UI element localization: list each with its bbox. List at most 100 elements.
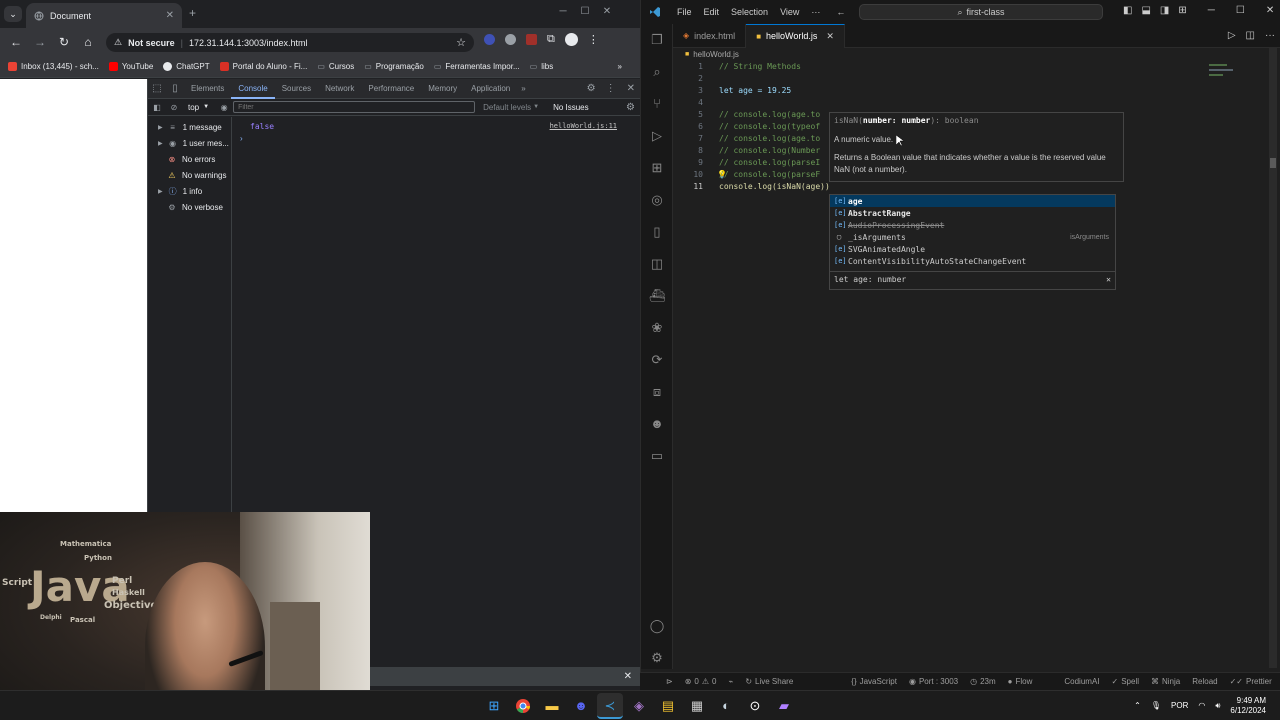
toggle-panel-icon[interactable]: ⬓ <box>1141 5 1150 16</box>
chrome-tab-document[interactable]: Document ✕ <box>26 3 182 28</box>
bookmark-inbox[interactable]: Inbox (13,445) - sch... <box>8 62 99 71</box>
command-center[interactable]: ⌕ first-class <box>859 4 1103 20</box>
status-problems[interactable]: ⊗ 0 ⚠ 0 <box>679 677 723 686</box>
reload-icon[interactable]: ↻ <box>52 35 76 49</box>
tab-console[interactable]: Console <box>231 79 275 99</box>
address-bar[interactable]: ⚠ Not secure | 172.31.144.1:3003/index.h… <box>106 33 474 52</box>
visual-studio-icon[interactable]: ◈ <box>626 693 652 719</box>
home-icon[interactable]: ⌂ <box>76 35 100 49</box>
screen-capture-icon[interactable]: ▰ <box>771 693 797 719</box>
editor-more-icon[interactable]: ··· <box>1259 30 1280 41</box>
sidebar-item-messages[interactable]: ▶ ≡ 1 message <box>148 119 231 135</box>
extensions-puzzle-icon[interactable]: ⧉ <box>547 33 555 46</box>
status-live-share[interactable]: ↻ Live Share <box>739 677 799 686</box>
ai-chat-icon[interactable]: ☻ <box>641 408 673 440</box>
status-port[interactable]: ◉ Port : 3003 <box>903 677 964 686</box>
close-tab-icon[interactable]: ✕ <box>166 10 174 21</box>
volume-icon[interactable]: 🔊︎ <box>1215 701 1220 711</box>
devtools-menu-icon[interactable]: ⋮ <box>601 83 621 94</box>
docker-icon[interactable]: ⛴ <box>641 280 673 312</box>
clear-console-icon[interactable]: ⊘ <box>166 103 182 112</box>
vscode-app-icon[interactable]: ≺ <box>597 692 623 719</box>
maximize-icon[interactable]: ☐ <box>574 6 596 17</box>
bookmark-folder-cursos[interactable]: ▭ Cursos <box>317 62 354 71</box>
suggestion-age[interactable]: [e] age <box>830 195 1115 207</box>
status-timer[interactable]: ◷ 23m <box>964 677 1002 686</box>
vscode-maximize-icon[interactable]: ☐ <box>1236 5 1245 16</box>
breadcrumb[interactable]: ■ helloWorld.js <box>685 48 739 60</box>
menu-edit[interactable]: Edit <box>698 7 726 17</box>
console-settings-icon[interactable]: ⚙ <box>626 102 641 113</box>
api-client-icon[interactable]: ⟳ <box>641 344 673 376</box>
tab-application[interactable]: Application <box>464 79 517 99</box>
issues-button[interactable]: No Issues <box>553 103 589 112</box>
minimize-icon[interactable]: ─ <box>552 6 574 17</box>
search-icon[interactable]: ⌕ <box>641 56 673 88</box>
suggestion-abstractrange[interactable]: [e] AbstractRange <box>830 207 1115 219</box>
toggle-sidebar-icon[interactable]: ◧ <box>1123 5 1132 16</box>
status-language[interactable]: {} JavaScript <box>845 677 903 686</box>
phone-icon[interactable]: ▯ <box>641 216 673 248</box>
console-prompt-icon[interactable]: › <box>240 134 243 143</box>
console-source-link[interactable]: helloWorld.js:11 <box>550 122 617 130</box>
star-icon[interactable]: ☆ <box>456 36 466 49</box>
microphone-icon[interactable]: 🎙︎ <box>1151 701 1161 710</box>
toggle-secondary-sidebar-icon[interactable]: ◨ <box>1160 5 1169 16</box>
suggestion-contentvisibility[interactable]: [e] ContentVisibilityAutoStateChangeEvent <box>830 255 1115 267</box>
status-ports-icon[interactable]: ⌁ <box>722 677 739 686</box>
status-reload[interactable]: Reload <box>1186 677 1223 686</box>
accounts-icon[interactable]: ◯ <box>641 610 673 642</box>
clock[interactable]: 9:49 AM 6/12/2024 <box>1230 696 1266 716</box>
new-tab-button[interactable]: + <box>189 6 196 20</box>
copilot-icon[interactable]: ◎ <box>641 184 673 216</box>
timeline-icon[interactable]: ▭ <box>641 440 673 472</box>
bookmark-portal[interactable]: Portal do Aluno - Fi... <box>219 62 307 71</box>
menu-view[interactable]: View <box>774 7 805 17</box>
bookmarks-overflow-icon[interactable]: » <box>618 62 622 71</box>
sidebar-item-warnings[interactable]: ⚠ No warnings <box>148 167 231 183</box>
editor-scrollbar[interactable] <box>1269 48 1277 668</box>
language-indicator[interactable]: POR <box>1171 701 1188 710</box>
back-icon[interactable]: ← <box>4 35 28 49</box>
sidebar-item-info[interactable]: ▶ ⓘ 1 info <box>148 183 231 199</box>
tray-chevron-up-icon[interactable]: ⌃ <box>1134 701 1141 710</box>
split-editor-icon[interactable]: ◫ <box>1242 30 1259 41</box>
tab-search-chevron-icon[interactable]: ⌄ <box>4 6 22 22</box>
close-window-icon[interactable]: ✕ <box>596 6 618 17</box>
remote-indicator-icon[interactable]: ⊳ <box>640 677 679 686</box>
log-levels-select[interactable]: Default levels ▼ <box>483 103 539 112</box>
extension-3-icon[interactable] <box>526 34 537 45</box>
suggestion-svganimatedangle[interactable]: [e] SVGAnimatedAngle <box>830 243 1115 255</box>
sidebar-item-verbose[interactable]: ⚙ No verbose <box>148 199 231 215</box>
extension-1-icon[interactable] <box>484 34 495 45</box>
bookmark-youtube[interactable]: YouTube <box>108 62 153 71</box>
sidebar-item-user-messages[interactable]: ▶ ◉ 1 user mes... <box>148 135 231 151</box>
context-select[interactable]: top ▼ <box>182 103 215 112</box>
vscode-close-icon[interactable]: ✕ <box>1266 5 1274 16</box>
chrome-app-icon[interactable] <box>510 693 536 719</box>
run-debug-icon[interactable]: ▷ <box>641 120 673 152</box>
status-ninja[interactable]: ⌘ Ninja <box>1145 677 1186 686</box>
obs-recording-icon[interactable]: ⊙ <box>742 693 768 719</box>
devtools-settings-icon[interactable]: ⚙ <box>582 83 601 94</box>
bookmark-chatgpt[interactable]: ChatGPT <box>163 62 210 71</box>
tab-sources[interactable]: Sources <box>275 79 318 99</box>
paw-icon[interactable]: ❀ <box>641 312 673 344</box>
extension-2-icon[interactable] <box>505 34 516 45</box>
menu-more[interactable]: ··· <box>805 7 826 17</box>
sidebar-item-errors[interactable]: ⊗ No errors <box>148 151 231 167</box>
discord-icon[interactable]: ☻ <box>568 693 594 719</box>
status-flow[interactable]: ● Flow <box>1002 677 1039 686</box>
status-prettier[interactable]: ✓✓ Prettier <box>1224 677 1278 686</box>
tab-performance[interactable]: Performance <box>361 79 421 99</box>
status-codium[interactable]: CodiumAI <box>1058 677 1105 686</box>
file-explorer-icon[interactable]: ▬ <box>539 693 565 719</box>
more-tabs-icon[interactable]: » <box>517 84 529 93</box>
tab-elements[interactable]: Elements <box>184 79 231 99</box>
tab-memory[interactable]: Memory <box>421 79 464 99</box>
source-control-icon[interactable]: ⑂ <box>641 88 673 120</box>
extensions-icon[interactable]: ⊞ <box>641 152 673 184</box>
menu-selection[interactable]: Selection <box>725 7 774 17</box>
status-spell[interactable]: ✓ Spell <box>1106 677 1146 686</box>
editor-tab-helloworld-js[interactable]: ■ helloWorld.js ✕ <box>746 23 845 48</box>
